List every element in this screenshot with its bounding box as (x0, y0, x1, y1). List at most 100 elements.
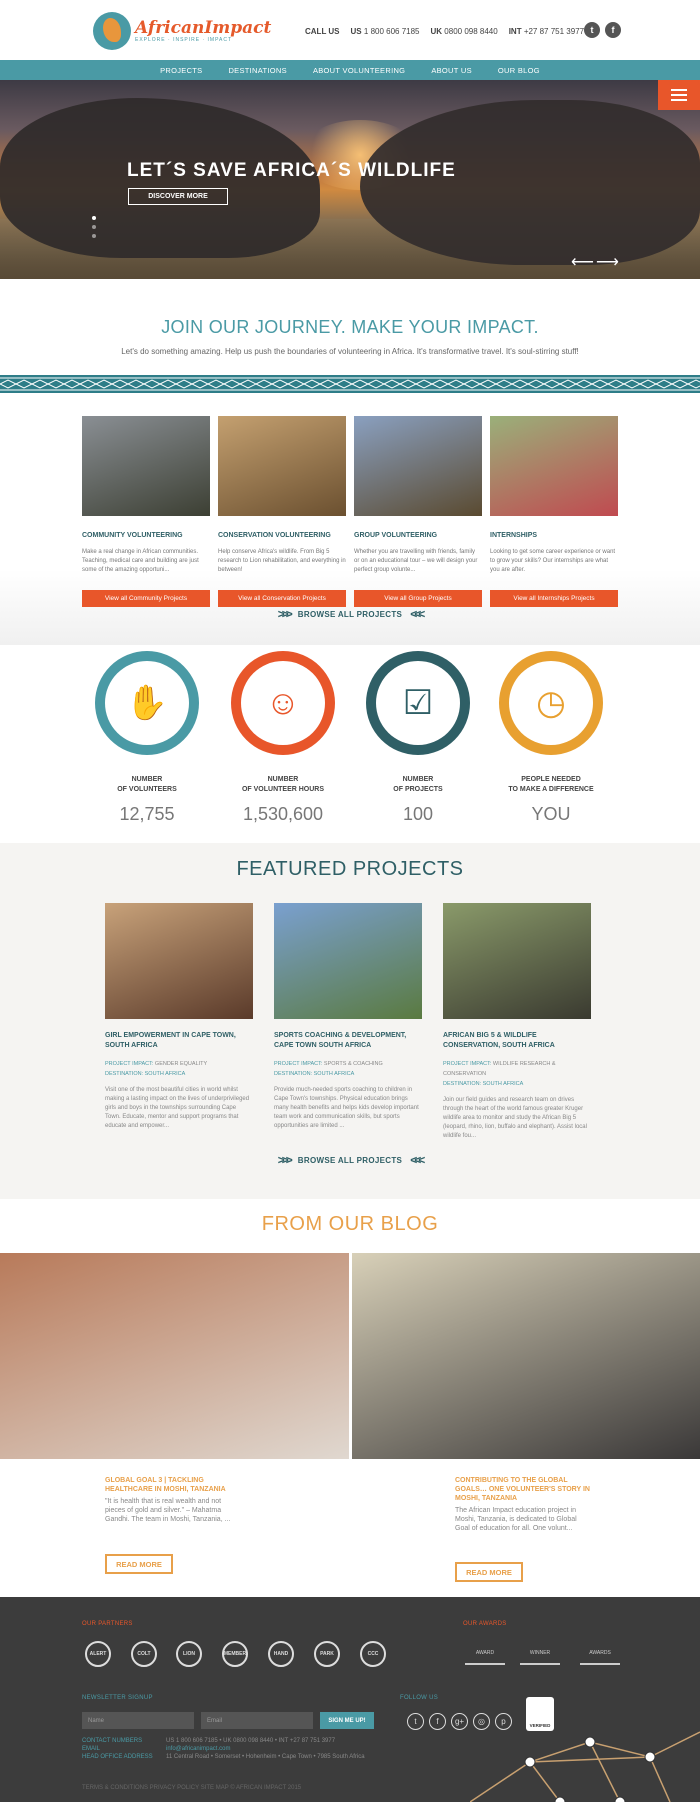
slider-dot[interactable] (92, 234, 96, 238)
project-photo[interactable] (274, 903, 422, 1019)
africa-globe-icon (93, 12, 131, 50)
impact-stats: ✋ NUMBER OF VOLUNTEERS 12,755 ☺ NUMBER OF … (0, 645, 700, 843)
chevrons-right-icon: >>> (277, 1153, 293, 1167)
award-logo[interactable]: AWARDS (580, 1643, 620, 1665)
partner-logo[interactable]: CCC (360, 1641, 386, 1667)
view-community-projects-button[interactable]: View all Community Projects (82, 590, 210, 607)
stat-label: PEOPLE NEEDED (521, 776, 581, 783)
project-title[interactable]: SPORTS COACHING & DEVELOPMENT, CAPE TOWN… (274, 1031, 422, 1051)
view-group-projects-button[interactable]: View all Group Projects (354, 590, 482, 607)
category-title[interactable]: COMMUNITY VOLUNTEERING (82, 532, 210, 539)
uk-phone[interactable]: UK 0800 098 8440 (431, 27, 498, 36)
discover-more-button[interactable]: DISCOVER MORE (128, 188, 228, 205)
blog-photo[interactable] (352, 1253, 700, 1459)
award-logo[interactable]: WINNER (520, 1643, 560, 1665)
nav-about-volunteering[interactable]: ABOUT VOLUNTEERING (313, 66, 405, 75)
hero-banner: LET´S SAVE AFRICA´S WILDLIFE DISCOVER MO… (0, 80, 700, 279)
google-plus-icon[interactable]: g+ (451, 1713, 468, 1730)
featured-project-card: AFRICAN BIG 5 & WILDLIFE CONSERVATION, S… (443, 903, 591, 1141)
email-link[interactable]: info@africanimpact.com (166, 1746, 230, 1752)
intro-text: Let's do something amazing. Help us push… (121, 347, 579, 356)
decorative-network-graphic (470, 1731, 700, 1802)
partner-logo[interactable]: COLT (131, 1641, 157, 1667)
stat-value: 12,755 (119, 804, 175, 824)
blog-post-excerpt: "It is health that is real wealth and no… (105, 1498, 231, 1523)
partner-logo[interactable]: PARK (314, 1641, 340, 1667)
stat-label: OF PROJECTS (393, 786, 443, 793)
legal-links[interactable]: TERMS & CONDITIONS PRIVACY POLICY SITE M… (82, 1785, 301, 1791)
office-label: HEAD OFFICE ADDRESS (82, 1754, 153, 1760)
slider-arrows-icon[interactable]: ⟵⟶ (571, 252, 621, 272)
hero-image-rhino-right (360, 100, 700, 265)
stat-volunteer-hours: ☺ NUMBER OF VOLUNTEER HOURS 1,530,600 (218, 651, 348, 825)
featured-project-card: GIRL EMPOWERMENT IN CAPE TOWN, SOUTH AFR… (105, 903, 253, 1131)
decorative-pattern-divider (0, 375, 700, 393)
read-more-button[interactable]: READ MORE (455, 1562, 523, 1582)
category-internships: INTERNSHIPS Looking to get some career e… (490, 416, 618, 607)
volunteer-categories: COMMUNITY VOLUNTEERING Make a real chang… (0, 393, 700, 645)
category-text: Make a real change in African communitie… (82, 549, 199, 573)
section-title: FEATURED PROJECTS (236, 858, 464, 880)
category-photo[interactable] (490, 416, 618, 516)
hand-icon: ✋ (105, 661, 189, 745)
intro-title: JOIN OUR JOURNEY. MAKE YOUR IMPACT. (161, 317, 539, 337)
contact-numbers: US 1 800 606 7185 • UK 0800 098 8440 • I… (166, 1738, 336, 1744)
twitter-icon[interactable]: t (584, 22, 600, 38)
clipboard-icon: ☑ (376, 661, 460, 745)
browse-all-projects-link[interactable]: >>> BROWSE ALL PROJECTS <<< (0, 607, 700, 621)
view-conservation-projects-button[interactable]: View all Conservation Projects (218, 590, 346, 607)
blog-post: CONTRIBUTING TO THE GLOBAL GOALS… ONE VO… (455, 1476, 593, 1533)
partner-logo[interactable]: HAND (268, 1641, 294, 1667)
stat-people-needed: ◷ PEOPLE NEEDED TO MAKE A DIFFERENCE YOU (486, 651, 616, 825)
featured-projects: FEATURED PROJECTS GIRL EMPOWERMENT IN CA… (0, 843, 700, 1199)
int-phone[interactable]: INT +27 87 751 3977 (509, 27, 584, 36)
nav-destinations[interactable]: DESTINATIONS (228, 66, 286, 75)
stat-label: OF VOLUNTEERS (117, 786, 177, 793)
project-text: Visit one of the most beautiful cities i… (105, 1087, 250, 1129)
browse-all-projects-link[interactable]: >>> BROWSE ALL PROJECTS <<< (0, 1153, 700, 1167)
stat-label: NUMBER (267, 776, 299, 783)
project-photo[interactable] (443, 903, 591, 1019)
category-title[interactable]: CONSERVATION VOLUNTEERING (218, 532, 346, 539)
stat-value: 100 (402, 804, 434, 824)
facebook-icon[interactable]: f (605, 22, 621, 38)
chevrons-left-icon: <<< (410, 1153, 425, 1167)
hero-title: LET´S SAVE AFRICA´S WILDLIFE (127, 160, 456, 181)
hamburger-menu-icon[interactable] (658, 80, 700, 110)
view-internships-projects-button[interactable]: View all Internships Projects (490, 590, 618, 607)
blog-post-title[interactable]: GLOBAL GOAL 3 | TACKLING HEALTHCARE IN M… (105, 1476, 243, 1494)
category-photo[interactable] (218, 416, 346, 516)
slider-dot[interactable] (92, 225, 96, 229)
read-more-button[interactable]: READ MORE (105, 1554, 173, 1574)
follow-heading: FOLLOW US (400, 1695, 439, 1701)
category-title[interactable]: INTERNSHIPS (490, 532, 618, 539)
twitter-icon[interactable]: t (407, 1713, 424, 1730)
partner-logo[interactable]: MEMBER (222, 1641, 248, 1667)
us-phone[interactable]: US 1 800 606 7185 (351, 27, 420, 36)
slider-dots (92, 216, 96, 238)
project-title[interactable]: GIRL EMPOWERMENT IN CAPE TOWN, SOUTH AFR… (105, 1031, 253, 1051)
facebook-icon[interactable]: f (429, 1713, 446, 1730)
blog-photo[interactable] (0, 1253, 349, 1459)
category-title[interactable]: GROUP VOLUNTEERING (354, 532, 482, 539)
project-photo[interactable] (105, 903, 253, 1019)
project-text: Provide much-needed sports coaching to c… (274, 1087, 419, 1129)
nav-our-blog[interactable]: OUR BLOG (498, 66, 540, 75)
award-logo[interactable]: AWARD (465, 1643, 505, 1665)
partner-logo[interactable]: LION (176, 1641, 202, 1667)
blog-post: GLOBAL GOAL 3 | TACKLING HEALTHCARE IN M… (105, 1476, 243, 1524)
category-photo[interactable] (354, 416, 482, 516)
featured-project-card: SPORTS COACHING & DEVELOPMENT, CAPE TOWN… (274, 903, 422, 1131)
slider-dot[interactable] (92, 216, 96, 220)
nav-projects[interactable]: PROJECTS (160, 66, 202, 75)
newsletter-name-input[interactable]: Name (82, 1712, 194, 1729)
nav-about-us[interactable]: ABOUT US (431, 66, 472, 75)
blog-post-title[interactable]: CONTRIBUTING TO THE GLOBAL GOALS… ONE VO… (455, 1476, 593, 1503)
project-title[interactable]: AFRICAN BIG 5 & WILDLIFE CONSERVATION, S… (443, 1031, 591, 1051)
blog-section: FROM OUR BLOG GLOBAL GOAL 3 | TACKLING H… (0, 1199, 700, 1597)
newsletter-email-input[interactable]: Email (201, 1712, 313, 1729)
partner-logo[interactable]: ALERT (85, 1641, 111, 1667)
logo[interactable]: AfricanImpact EXPLORE · INSPIRE · IMPACT (93, 12, 271, 50)
category-photo[interactable] (82, 416, 210, 516)
sign-up-button[interactable]: SIGN ME UP! (320, 1712, 374, 1729)
